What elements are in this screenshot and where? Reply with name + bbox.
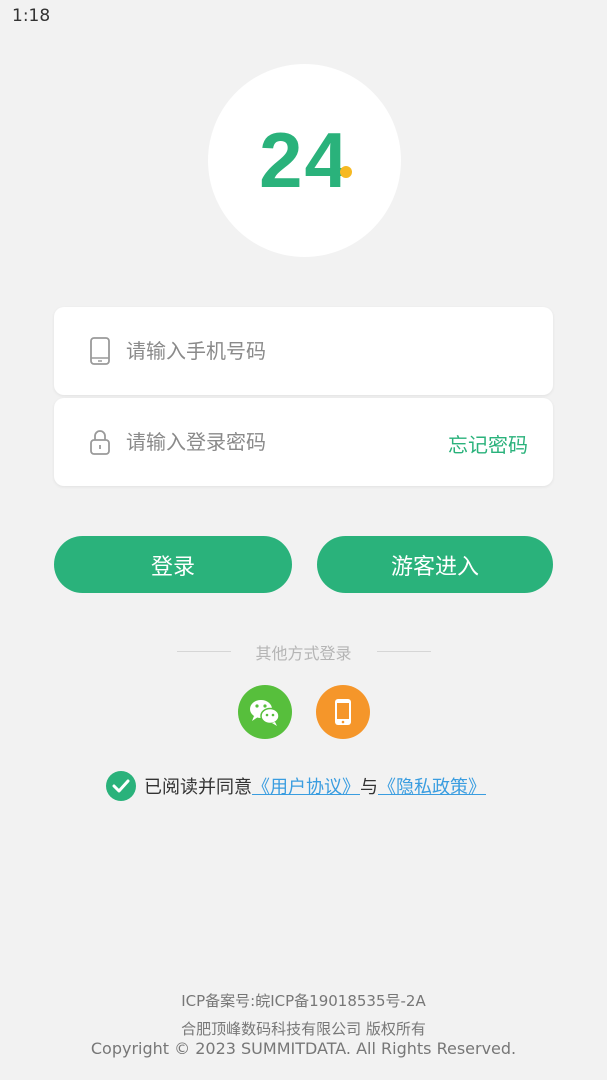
logo-dot (340, 166, 352, 178)
password-input[interactable] (126, 420, 426, 464)
phone-field (54, 307, 553, 395)
phone-input[interactable] (126, 329, 426, 373)
phone-login-icon (335, 699, 351, 725)
user-agreement-link[interactable]: 《用户协议》 (252, 777, 360, 798)
agreement-connector: 与 (360, 777, 378, 798)
other-login-label: 其他方式登录 (255, 644, 352, 663)
checkmark-icon (112, 779, 130, 793)
copyright-text: Copyright © 2023 SUMMITDATA. All Rights … (90, 1039, 517, 1058)
divider-line-right (377, 651, 431, 652)
icp-record: ICP备案号:皖ICP备19018535号-2A (181, 992, 426, 1010)
lock-icon (89, 428, 111, 456)
agreement-checkbox[interactable] (106, 771, 136, 801)
phone-login-button[interactable] (316, 685, 370, 739)
agreement-text: 已阅读并同意《用户协议》与《隐私政策》 (144, 773, 486, 799)
company-copyright: 合肥顶峰数码科技有限公司 版权所有 (181, 1020, 426, 1038)
password-field: 忘记密码 (54, 398, 553, 486)
other-login-divider: 其他方式登录 (0, 640, 607, 663)
guest-login-button[interactable]: 游客进入 (317, 536, 553, 593)
smartphone-icon (89, 337, 111, 365)
wechat-login-button[interactable] (238, 685, 292, 739)
login-button[interactable]: 登录 (54, 536, 292, 593)
forgot-password-link[interactable]: 忘记密码 (448, 429, 528, 458)
privacy-policy-link[interactable]: 《隐私政策》 (378, 777, 486, 798)
wechat-icon (250, 700, 280, 726)
status-bar-time: 1:18 (12, 6, 51, 26)
agreement-prefix: 已阅读并同意 (144, 777, 252, 798)
logo-text: 24 (259, 116, 350, 204)
app-logo: 24 (208, 64, 401, 257)
